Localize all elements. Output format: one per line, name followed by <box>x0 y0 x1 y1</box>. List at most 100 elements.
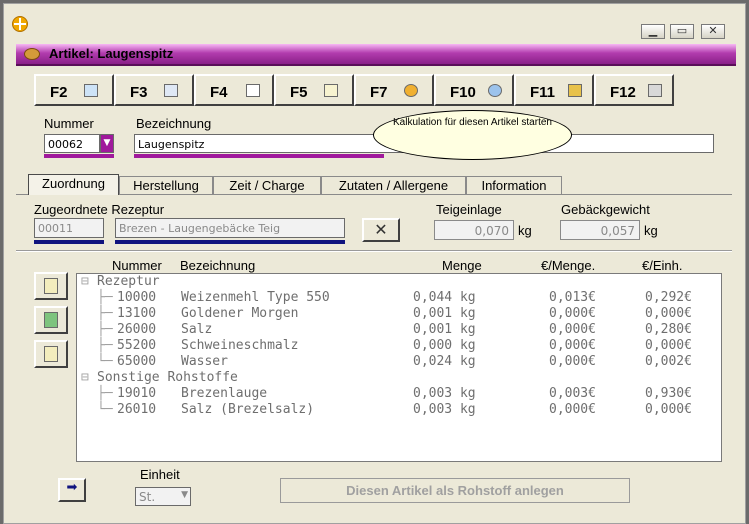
cell-eur-einh: 0,292€ <box>645 290 692 305</box>
minimize-button[interactable]: ▁ <box>641 24 665 39</box>
chevron-down-icon: ▼ <box>181 490 188 500</box>
collapse-icon[interactable]: ⊟ <box>81 274 89 289</box>
cell-nummer: 26010 <box>117 402 157 417</box>
tab-zutaten-allergene[interactable]: Zutaten / Allergene <box>321 176 466 195</box>
nummer-field[interactable]: 00062 <box>44 134 100 153</box>
nummer-dropdown-button[interactable]: ▼ <box>100 134 114 153</box>
cell-eur-menge: 0,000€ <box>549 354 596 369</box>
delete-list-icon <box>44 346 58 362</box>
gebaeckgewicht-field: 0,057 <box>560 220 640 240</box>
group-label: Rezeptur <box>97 274 160 289</box>
tab-herstellung[interactable]: Herstellung <box>119 176 213 195</box>
create-rohstoff-button: Diesen Artikel als Rohstoff anlegen <box>280 478 630 503</box>
clear-rezeptur-button[interactable]: ✕ <box>362 218 400 242</box>
group-row[interactable]: ⊟ Rezeptur <box>77 274 717 290</box>
cell-menge: 0,000 kg <box>413 338 476 353</box>
restore-button[interactable]: ▭ <box>670 24 694 39</box>
edit-icon <box>324 84 338 97</box>
f5-button[interactable]: F5 <box>274 74 354 106</box>
col-header-menge: Menge <box>442 258 482 273</box>
cell-menge: 0,001 kg <box>413 322 476 337</box>
cell-bezeichnung: Salz <box>181 322 213 337</box>
printer-icon <box>648 84 662 97</box>
tree-branch: ├─ <box>97 306 113 321</box>
tab-zeit-charge[interactable]: Zeit / Charge <box>213 176 321 195</box>
ingredient-tree-grid[interactable]: ⊟ Rezeptur ├─ 10000 Weizenmehl Type 550 … <box>76 273 722 462</box>
chevron-down-icon: ▼ <box>103 138 111 148</box>
einheit-value: St. <box>139 490 156 504</box>
key-icon <box>568 84 582 97</box>
close-button[interactable]: ✕ <box>701 24 725 39</box>
group-label: Sonstige Rohstoffe <box>97 370 238 385</box>
remove-ingredient-button[interactable] <box>34 340 68 368</box>
f7-label: F7 <box>370 84 388 101</box>
table-row[interactable]: ├─ 13100 Goldener Morgen 0,001 kg 0,000€… <box>77 306 717 322</box>
cell-eur-einh: 0,002€ <box>645 354 692 369</box>
cell-menge: 0,001 kg <box>413 306 476 321</box>
add-ingredient-button[interactable] <box>34 306 68 334</box>
cell-eur-einh: 0,000€ <box>645 402 692 417</box>
collapse-icon[interactable]: ⊟ <box>81 370 89 385</box>
f10-label: F10 <box>450 84 476 101</box>
tab-zuordnung[interactable]: Zuordnung <box>28 174 119 195</box>
copy-icon <box>164 84 178 97</box>
einheit-select: St. ▼ <box>135 487 191 506</box>
table-row[interactable]: ├─ 19010 Brezenlauge 0,003 kg 0,003€ 0,9… <box>77 386 717 402</box>
f2-label: F2 <box>50 84 68 101</box>
table-row[interactable]: └─ 26010 Salz (Brezelsalz) 0,003 kg 0,00… <box>77 402 717 418</box>
f3-label: F3 <box>130 84 148 101</box>
table-row[interactable]: ├─ 26000 Salz 0,001 kg 0,000€ 0,280€ <box>77 322 717 338</box>
teigeinlage-field: 0,070 <box>434 220 514 240</box>
tree-branch: └─ <box>97 402 113 417</box>
f10-button[interactable]: F10 <box>434 74 514 106</box>
gebaeckgewicht-label: Gebäckgewicht <box>561 202 650 217</box>
cell-nummer: 26000 <box>117 322 157 337</box>
cell-nummer: 65000 <box>117 354 157 369</box>
f7-button[interactable]: F7 <box>354 74 434 106</box>
f11-button[interactable]: F11 <box>514 74 594 106</box>
f12-label: F12 <box>610 84 636 101</box>
tree-branch: ├─ <box>97 322 113 337</box>
cell-eur-menge: 0,013€ <box>549 290 596 305</box>
f5-label: F5 <box>290 84 308 101</box>
bezeichnung-label: Bezeichnung <box>136 116 212 131</box>
table-row[interactable]: ├─ 55200 Schweineschmalz 0,000 kg 0,000€… <box>77 338 717 354</box>
col-header-eur-einh: €/Einh. <box>642 258 683 273</box>
window-title: Artikel: Laugenspitz <box>49 46 174 61</box>
cell-bezeichnung: Brezenlauge <box>181 386 268 401</box>
tree-branch: └─ <box>97 354 113 369</box>
cell-nummer: 19010 <box>117 386 157 401</box>
cell-bezeichnung: Wasser <box>181 354 228 369</box>
cell-eur-menge: 0,003€ <box>549 386 596 401</box>
nummer-label: Nummer <box>44 116 94 131</box>
group-row[interactable]: ⊟ Sonstige Rohstoffe <box>77 370 717 386</box>
cell-nummer: 10000 <box>117 290 157 305</box>
euro-coin-icon <box>404 84 418 97</box>
cell-eur-einh: 0,000€ <box>645 306 692 321</box>
f3-button[interactable]: F3 <box>114 74 194 106</box>
f12-button[interactable]: F12 <box>594 74 674 106</box>
col-header-eur-menge: €/Menge. <box>541 258 596 273</box>
cell-eur-einh: 0,000€ <box>645 338 692 353</box>
article-window: ▁ ▭ ✕ Artikel: Laugenspitz F2 F3 F4 F5 F… <box>3 3 746 524</box>
table-row[interactable]: ├─ 10000 Weizenmehl Type 550 0,044 kg 0,… <box>77 290 717 306</box>
cell-nummer: 13100 <box>117 306 157 321</box>
cell-eur-menge: 0,000€ <box>549 338 596 353</box>
rezeptur-name-field: Brezen - Laugengebäcke Teig <box>115 218 345 238</box>
gebaeckgewicht-unit: kg <box>644 223 658 238</box>
cell-menge: 0,044 kg <box>413 290 476 305</box>
cell-bezeichnung: Goldener Morgen <box>181 306 299 321</box>
paste-button[interactable] <box>34 272 68 300</box>
teigeinlage-label: Teigeinlage <box>436 202 502 217</box>
table-row[interactable]: └─ 65000 Wasser 0,024 kg 0,000€ 0,002€ <box>77 354 717 370</box>
tree-branch: ├─ <box>97 290 113 305</box>
import-button[interactable]: ➡ <box>58 478 86 502</box>
panel-separator <box>16 250 732 252</box>
cell-eur-menge: 0,000€ <box>549 306 596 321</box>
clipboard-icon <box>44 278 58 294</box>
app-logo-icon <box>12 16 28 32</box>
f4-button[interactable]: F4 <box>194 74 274 106</box>
f2-button[interactable]: F2 <box>34 74 114 106</box>
tooltip: Kalkulation für diesen Artikel starten <box>373 110 572 160</box>
tab-information[interactable]: Information <box>466 176 562 195</box>
